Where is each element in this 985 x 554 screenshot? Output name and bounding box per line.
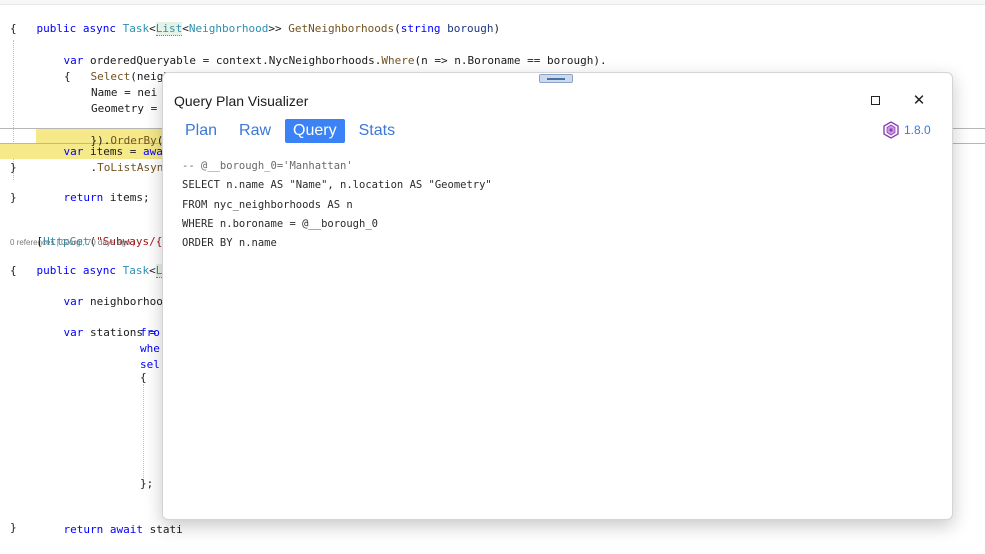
code-line: } <box>10 521 17 534</box>
sql-line: FROM nyc_neighborhoods AS n <box>182 198 353 211</box>
tab-query[interactable]: Query <box>285 119 345 143</box>
close-icon: ✕ <box>912 90 926 109</box>
code-line: { <box>10 264 17 277</box>
indent-guide <box>13 40 14 180</box>
code-line: } <box>10 161 17 174</box>
sql-query-view[interactable]: -- @__borough_0='Manhattan' SELECT n.nam… <box>182 157 492 253</box>
code-line: public async Task<List <box>10 247 183 278</box>
code-line: Select(neighborhood => new Neighborhood <box>90 70 349 83</box>
maximize-icon <box>870 95 880 105</box>
code-line: public async Task<List<Neighborhood>> Ge… <box>36 22 501 36</box>
code-line: var orderedQueryable = context.NycNeighb… <box>63 54 607 67</box>
resize-grip-handle[interactable] <box>539 74 573 83</box>
code-line: return await stati <box>63 523 183 536</box>
dialog-title: Query Plan Visualizer <box>174 93 309 109</box>
code-line: Geometry = <box>91 102 158 115</box>
codelens-info[interactable]: 0 references | Giorgi, 70 days ago | <box>10 238 135 247</box>
code-line: } <box>10 191 17 204</box>
sql-line: SELECT n.name AS "Name", n.location AS "… <box>182 179 492 192</box>
code-line: { <box>64 70 71 83</box>
sql-line: WHERE n.boroname = @__borough_0 <box>182 217 378 230</box>
code-line: var stations = fro <box>63 326 183 339</box>
version-link[interactable]: 1.8.0 <box>882 121 931 139</box>
tab-bar: Plan Raw Query Stats <box>177 119 409 143</box>
code-line: return items; <box>63 191 150 204</box>
tab-stats[interactable]: Stats <box>351 119 403 143</box>
code-line: [HttpGet("Subways/{bor <box>36 235 183 248</box>
code-line: fro <box>140 326 160 339</box>
code-line: }; <box>140 477 154 490</box>
query-plan-visualizer-dialog: Query Plan Visualizer ✕ Plan Raw Query S… <box>162 72 953 520</box>
sql-line: -- @__borough_0='Manhattan' <box>182 160 353 172</box>
tab-raw[interactable]: Raw <box>231 119 279 143</box>
sql-line: ORDER BY n.name <box>182 237 277 250</box>
code-line: { <box>140 371 147 384</box>
close-button[interactable]: ✕ <box>907 88 931 112</box>
maximize-button[interactable] <box>863 88 887 112</box>
version-label: 1.8.0 <box>904 123 931 137</box>
code-line: Name = nei <box>91 86 158 99</box>
current-statement-edge <box>0 144 36 159</box>
indent-guide <box>143 384 144 480</box>
code-line: whe <box>140 342 160 355</box>
code-line: { <box>10 22 17 35</box>
package-icon <box>883 121 899 139</box>
tab-plan[interactable]: Plan <box>177 119 225 143</box>
